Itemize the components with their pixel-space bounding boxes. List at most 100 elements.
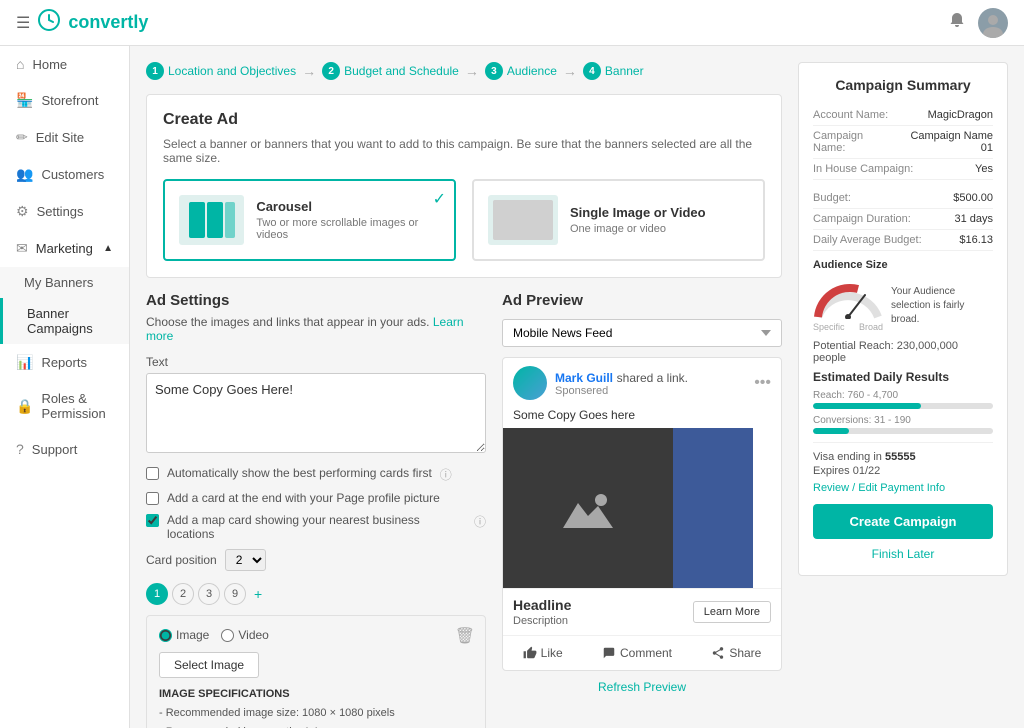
checkbox-map-card-input[interactable]: [146, 514, 159, 527]
banner-option-carousel[interactable]: Carousel Two or more scrollable images o…: [163, 179, 456, 261]
checkbox-best-performing-input[interactable]: [146, 467, 159, 480]
breadcrumb-arrow-3: →: [563, 63, 577, 79]
sidebar-item-my-banners[interactable]: My Banners: [0, 267, 129, 298]
reports-icon: 📊: [16, 354, 33, 371]
gauge-container: Specific Broad: [813, 279, 883, 332]
breadcrumb-arrow-1: →: [302, 63, 316, 79]
sidebar-label-storefront: Storefront: [41, 93, 98, 108]
breadcrumb-step-4[interactable]: 4 Banner: [583, 62, 644, 80]
ad-preview-panel: Ad Preview Mobile News Feed Desktop News…: [502, 292, 782, 728]
banner-option-single[interactable]: Single Image or Video One image or video: [472, 179, 765, 261]
radio-video-label[interactable]: Video: [221, 628, 268, 642]
ad-actions: Like Comment Share: [503, 635, 781, 670]
breadcrumb-step-1[interactable]: 1 Location and Objectives: [146, 62, 296, 80]
sidebar-label-settings: Settings: [37, 204, 84, 219]
logo-area: ☰ convertly: [16, 9, 148, 37]
sidebar-label-marketing: Marketing: [36, 241, 93, 256]
ad-text-input[interactable]: Some Copy Goes Here!: [146, 373, 486, 453]
spec-2: - Recommended image ratio: 1:1: [159, 723, 473, 728]
sidebar-label-support: Support: [32, 442, 78, 457]
step-circle-4: 4: [583, 62, 601, 80]
breadcrumb-step-3[interactable]: 3 Audience: [485, 62, 557, 80]
tab-add-icon[interactable]: +: [250, 584, 266, 604]
checkbox-best-performing: Automatically show the best performing c…: [146, 466, 486, 483]
ad-description: Description: [513, 615, 571, 627]
sidebar-label-reports: Reports: [41, 355, 87, 370]
summary-daily-budget: Daily Average Budget: $16.13: [813, 230, 993, 251]
more-options-icon[interactable]: •••: [754, 374, 771, 392]
top-nav-right: [948, 8, 1008, 38]
image-card: 🗑 Image Video Select Image: [146, 615, 486, 728]
single-title: Single Image or Video: [570, 205, 706, 220]
summary-daily-value: $16.13: [959, 234, 993, 246]
refresh-preview-link[interactable]: Refresh Preview: [598, 680, 686, 694]
ad-action-share[interactable]: Share: [701, 642, 771, 664]
select-image-button[interactable]: Select Image: [159, 652, 259, 678]
radio-video[interactable]: [221, 629, 234, 642]
ad-settings-desc: Choose the images and links that appear …: [146, 315, 486, 343]
review-payment-link[interactable]: Review / Edit Payment Info: [813, 482, 945, 494]
payment-section: Visa ending in 55555 Expires 01/22 Revie…: [813, 442, 993, 494]
ad-footer-row-1: Headline Description Learn More: [513, 597, 771, 627]
sidebar-item-marketing[interactable]: ✉ Marketing ▲: [0, 230, 129, 267]
tab-9[interactable]: 9: [224, 583, 246, 605]
radio-image[interactable]: [159, 629, 172, 642]
ad-action-comment[interactable]: Comment: [592, 642, 682, 664]
hamburger-icon[interactable]: ☰: [16, 13, 30, 33]
ad-user-name: Mark Guill shared a link.: [555, 370, 688, 385]
tab-3[interactable]: 3: [198, 583, 220, 605]
ad-images: [503, 428, 781, 588]
sidebar-item-reports[interactable]: 📊 Reports: [0, 344, 129, 381]
card-position-select[interactable]: 1 2 3 4: [225, 549, 266, 571]
ad-preview-title: Ad Preview: [502, 292, 782, 309]
preview-dropdown[interactable]: Mobile News Feed Desktop News Feed Insta…: [502, 319, 782, 347]
like-label: Like: [541, 646, 563, 660]
reach-label: Reach: 760 - 4,700: [813, 390, 993, 401]
tab-2[interactable]: 2: [172, 583, 194, 605]
create-ad-title: Create Ad: [163, 111, 765, 129]
breadcrumb-arrow-2: →: [465, 63, 479, 79]
tab-1[interactable]: 1: [146, 583, 168, 605]
logo-text: convertly: [68, 12, 148, 33]
gauge-specific: Specific: [813, 322, 845, 332]
roles-icon: 🔒: [16, 398, 33, 415]
ad-preview-card: Mark Guill shared a link. Sponsered ••• …: [502, 357, 782, 671]
checkbox-profile-picture-input[interactable]: [146, 492, 159, 505]
radio-image-label[interactable]: Image: [159, 628, 209, 642]
sidebar-item-home[interactable]: ⌂ Home: [0, 46, 129, 82]
media-type-radios: Image Video: [159, 628, 473, 642]
bell-icon[interactable]: [948, 11, 966, 34]
sidebar-item-roles[interactable]: 🔒 Roles & Permission: [0, 381, 129, 431]
banner-options: Carousel Two or more scrollable images o…: [163, 179, 765, 261]
learn-more-button[interactable]: Learn More: [693, 601, 771, 623]
sidebar-item-support[interactable]: ? Support: [0, 431, 129, 467]
sidebar-item-banner-campaigns[interactable]: Banner Campaigns: [0, 298, 129, 344]
conversions-bar: [813, 428, 993, 434]
ad-action-like[interactable]: Like: [513, 642, 573, 664]
marketing-submenu: My Banners Banner Campaigns: [0, 267, 129, 344]
create-campaign-button[interactable]: Create Campaign: [813, 504, 993, 539]
sidebar-item-settings[interactable]: ⚙ Settings: [0, 193, 129, 230]
learn-more-link[interactable]: Learn more: [146, 315, 464, 343]
share-label: Share: [729, 646, 761, 660]
estimated-title: Estimated Daily Results: [813, 370, 993, 384]
summary-account: Account Name: MagicDragon: [813, 105, 993, 126]
breadcrumb-label-4: Banner: [605, 64, 644, 78]
summary-budget: Budget: $500.00: [813, 188, 993, 209]
audience-size-label: Audience Size: [813, 259, 993, 271]
sidebar-label-roles: Roles & Permission: [41, 391, 113, 421]
breadcrumb-step-2[interactable]: 2 Budget and Schedule: [322, 62, 459, 80]
avatar[interactable]: [978, 8, 1008, 38]
checkbox-profile-picture-label: Add a card at the end with your Page pro…: [167, 491, 440, 505]
summary-daily-label: Daily Average Budget:: [813, 234, 922, 246]
card-position-label: Card position: [146, 553, 217, 567]
delete-icon[interactable]: 🗑: [455, 626, 475, 646]
ad-footer-left: Headline Description: [513, 597, 571, 627]
sidebar-item-edit-site[interactable]: ✏ Edit Site: [0, 119, 129, 156]
sidebar-item-customers[interactable]: 👥 Customers: [0, 156, 129, 193]
summary-campaign-label: Campaign Name:: [813, 130, 897, 154]
finish-later-link[interactable]: Finish Later: [813, 547, 993, 561]
step-circle-2: 2: [322, 62, 340, 80]
ad-sponsored: Sponsered: [555, 385, 688, 397]
sidebar-item-storefront[interactable]: 🏪 Storefront: [0, 82, 129, 119]
